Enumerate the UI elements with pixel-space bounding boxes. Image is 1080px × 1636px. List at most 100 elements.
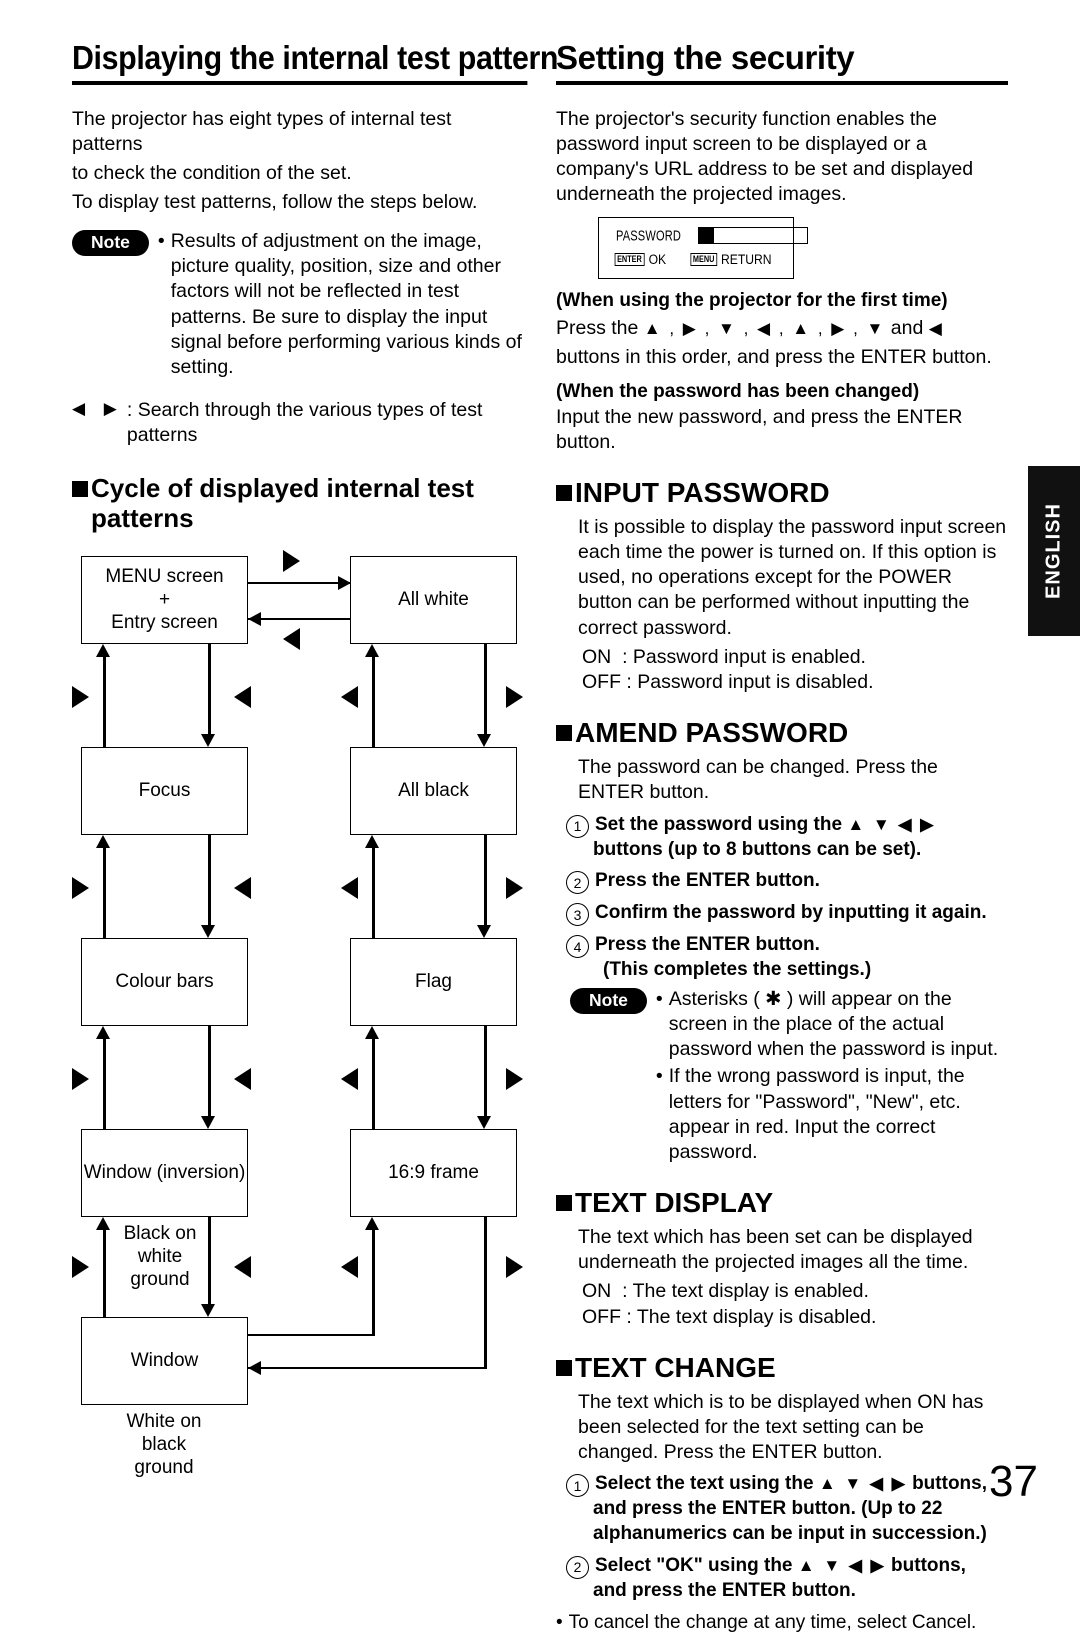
arrow-key-legend-text: : Search through the various types of te…: [126, 399, 483, 447]
input-password-on: ON : Password input is enabled.: [582, 645, 866, 668]
text-change-steps: 1 Select the text using the ▲ ▼ ◀ ▶ butt…: [566, 1472, 1008, 1603]
text-change-footnote-text: To cancel the change at any time, select…: [568, 1612, 977, 1634]
left-key-icon: [234, 876, 251, 899]
text-change-footnote: • To cancel the change at any time, sele…: [556, 1611, 1008, 1636]
step-number: 2: [566, 871, 589, 895]
arrowhead-icon: [96, 643, 110, 657]
left-right-arrow-icon: ◀ ▶: [72, 399, 124, 419]
arrow-sequence-last-icon: ◀: [928, 318, 944, 338]
diagram-box-focus: Focus: [81, 746, 248, 835]
enter-keycap-icon: ENTER: [614, 253, 645, 267]
diagram-box-all-white: All white: [350, 555, 517, 644]
diagram-box-menu-label: MENU screen + Entry screen: [105, 565, 224, 634]
diagram-box-window-label: Window: [130, 1349, 199, 1371]
step-item: 1 Set the password using the ▲ ▼ ◀ ▶: [566, 813, 1008, 838]
left-key-icon: [234, 1255, 251, 1278]
step-continuation: (This completes the settings.): [603, 959, 872, 981]
osd-cursor: [699, 228, 715, 244]
square-bullet-icon: [556, 485, 572, 502]
amend-password-steps: 1 Set the password using the ▲ ▼ ◀ ▶ but…: [566, 813, 1008, 983]
left-column: Displaying the internal test pattern The…: [72, 40, 558, 1480]
diagram-annotation-black-on-white: Black on white ground: [116, 1221, 204, 1292]
bullet-icon: •: [655, 987, 663, 1010]
heading-text-display-label: TEXT DISPLAY: [575, 1186, 774, 1218]
step-number: 2: [566, 1555, 589, 1579]
step-item: 4 Press the ENTER button.: [566, 933, 1008, 959]
left-key-icon: [234, 1067, 251, 1090]
osd-password-input[interactable]: [698, 227, 809, 245]
osd-menu-action: RETURN: [721, 252, 772, 268]
flow-line: [484, 834, 487, 926]
text-change-body: The text which is to be displayed when O…: [578, 1390, 984, 1464]
changed-heading: (When the password has been changed): [556, 381, 920, 403]
step-number: 3: [566, 903, 589, 927]
step-continuation: and press the ENTER button. (Up to 22 al…: [593, 1498, 987, 1544]
left-key-icon: [341, 876, 358, 899]
osd-password-label: PASSWORD: [616, 227, 682, 245]
note-body: • Results of adjustment on the image, pi…: [158, 229, 527, 380]
arrowhead-icon: [96, 1216, 110, 1230]
osd-password-dialog: PASSWORD ENTER OK MENU RETURN: [598, 217, 809, 280]
step-item: 3 Confirm the password by inputting it a…: [566, 901, 1008, 927]
arrowhead-icon: [477, 733, 491, 747]
heading-text-change-label: TEXT CHANGE: [575, 1351, 776, 1383]
bullet-icon: •: [157, 230, 165, 253]
subheading-cycle: Cycle of displayed internal test pattern…: [72, 473, 527, 533]
arrowhead-icon: [365, 643, 379, 657]
diagram-box-all-black: All black: [350, 746, 517, 835]
step-number: 1: [566, 814, 589, 838]
arrow-keys-icon: ▲ ▼ ◀ ▶: [847, 814, 936, 834]
osd-menu-hint: MENU RETURN: [689, 252, 772, 267]
security-intro: The projector's security function enable…: [556, 107, 974, 206]
flow-line: [372, 655, 375, 747]
note-badge: Note: [72, 230, 149, 257]
text-display-on: ON : The text display is enabled.: [582, 1280, 869, 1303]
test-pattern-cycle-diagram: MENU screen + Entry screen All white Foc…: [72, 544, 527, 1480]
diagram-box-flag-label: Flag: [415, 970, 452, 992]
right-key-icon: [506, 1067, 523, 1090]
right-column: Setting the security The projector's sec…: [556, 40, 1008, 1636]
manual-page: Displaying the internal test pattern The…: [0, 0, 1080, 1633]
heading-input-password-label: INPUT PASSWORD: [575, 477, 830, 509]
intro-line-2: to check the condition of the set.: [72, 161, 352, 184]
right-key-icon: [283, 549, 300, 572]
right-key-icon: [506, 876, 523, 899]
arrowhead-icon: [96, 834, 110, 848]
note-text: Results of adjustment on the image, pict…: [170, 230, 522, 378]
bullet-icon: •: [655, 1065, 663, 1088]
step-text: Press the ENTER button.: [595, 870, 820, 892]
left-key-icon: [341, 1255, 358, 1278]
note-body: • Asterisks ( ✱ ) will appear on the scr…: [656, 987, 1008, 1165]
intro-line-3: To display test patterns, follow the ste…: [72, 191, 478, 214]
arrow-keys-icon: ▲ ▼ ◀ ▶: [818, 1474, 907, 1494]
flow-line: [484, 643, 487, 735]
note-block-amend-password: Note • Asterisks ( ✱ ) will appear on th…: [570, 987, 1008, 1165]
right-key-icon: [506, 685, 523, 708]
diagram-box-169-frame-label: 16:9 frame: [388, 1161, 479, 1183]
intro-line-1: The projector has eight types of interna…: [72, 107, 452, 155]
heading-text-change: TEXT CHANGE: [556, 1352, 1008, 1384]
diagram-box-menu: MENU screen + Entry screen: [81, 555, 248, 644]
note-text: Asterisks ( ✱ ) will appear on the scree…: [668, 987, 999, 1061]
step-continuation: and press the ENTER button.: [593, 1579, 856, 1601]
step-text-after: buttons,: [891, 1554, 966, 1576]
arrowhead-icon: [365, 1025, 379, 1039]
flow-line: [208, 834, 211, 926]
flow-line: [208, 1025, 211, 1117]
flow-line: [248, 1366, 486, 1370]
step-continuation: buttons (up to 8 buttons can be set).: [593, 838, 922, 860]
left-key-icon: [341, 1067, 358, 1090]
arrowhead-icon: [201, 924, 215, 938]
diagram-box-focus-label: Focus: [138, 779, 191, 801]
flow-line: [372, 1228, 375, 1336]
step-text: Select "OK" using the ▲ ▼ ◀ ▶ buttons,: [595, 1554, 1008, 1579]
arrowhead-icon: [365, 1216, 379, 1230]
heading-amend-password: AMEND PASSWORD: [556, 717, 1008, 749]
step-text: Select the text using the ▲ ▼ ◀ ▶ button…: [595, 1472, 1008, 1497]
osd-enter-action: OK: [648, 252, 667, 268]
note-badge: Note: [570, 987, 647, 1015]
arrowhead-icon: [248, 1361, 261, 1376]
subheading-cycle-label: Cycle of displayed internal test pattern…: [91, 473, 474, 533]
note-item: • Asterisks ( ✱ ) will appear on the scr…: [656, 987, 1008, 1062]
text-display-off: OFF : The text display is disabled.: [582, 1305, 877, 1328]
